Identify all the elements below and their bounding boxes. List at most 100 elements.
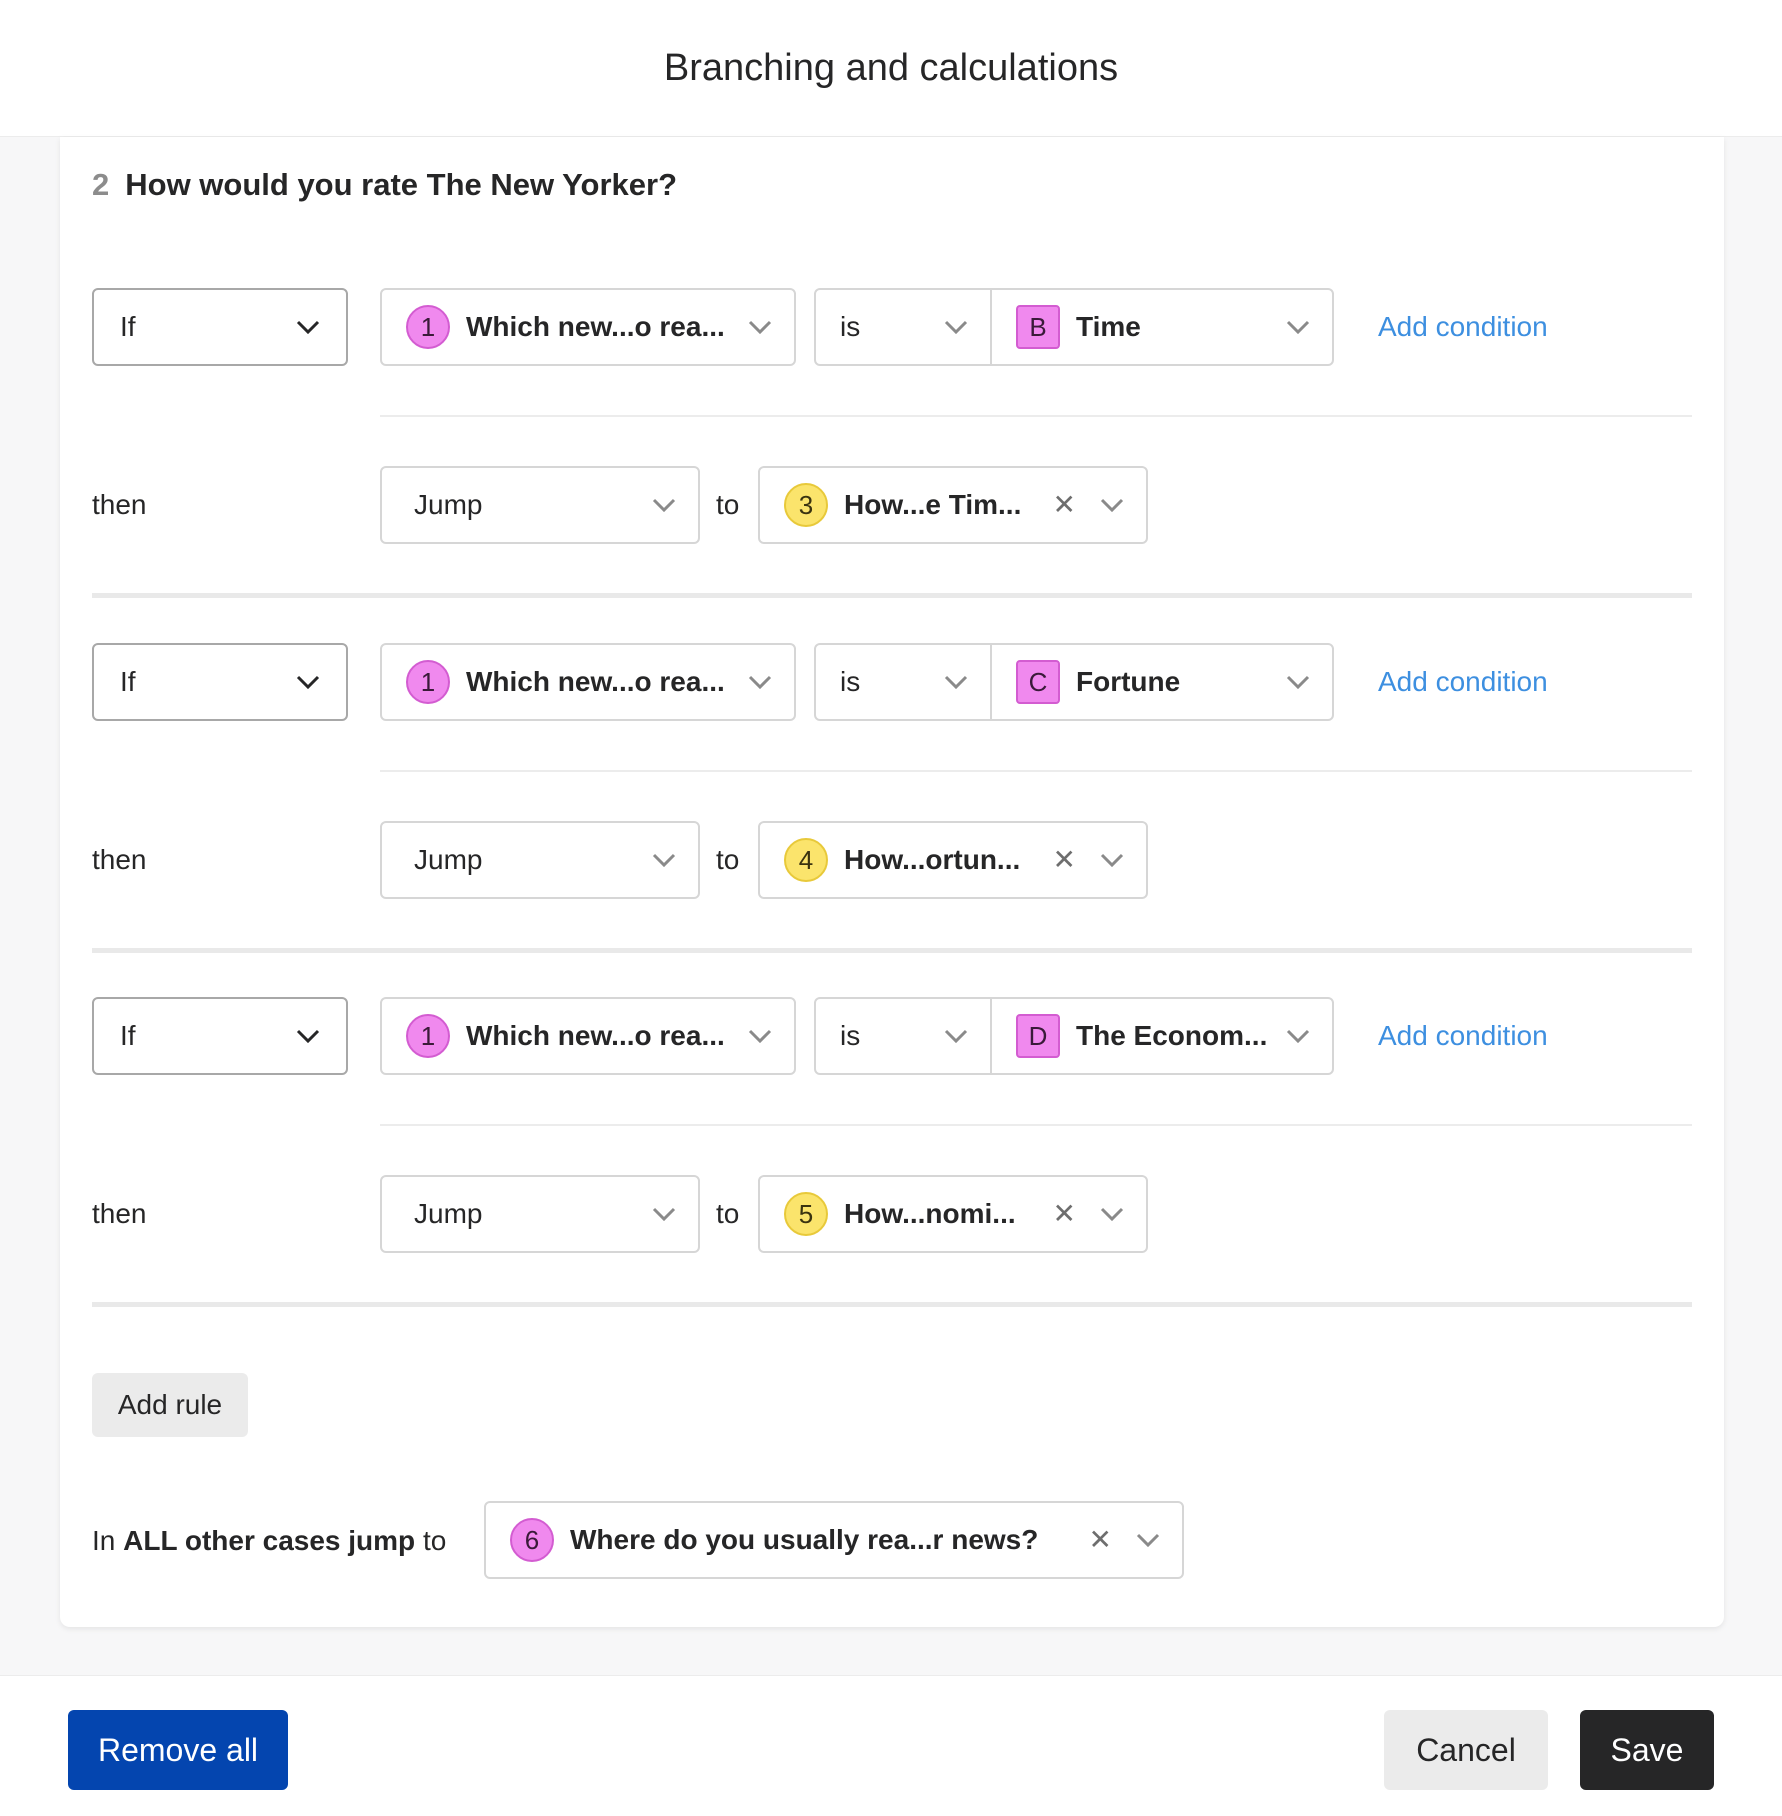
if-label: If [120, 1020, 136, 1051]
other-cases-bold: ALL other cases jump [123, 1525, 416, 1556]
chevron-down-icon [1286, 320, 1310, 334]
cancel-button[interactable]: Cancel [1384, 1710, 1548, 1790]
dialog-title: Branching and calculations [663, 46, 1119, 89]
question-select[interactable]: 1 Which new...o rea... [380, 643, 796, 721]
answer-letter-badge: B [1016, 305, 1060, 349]
answer-select[interactable]: C Fortune [990, 643, 1334, 721]
target-select[interactable]: 4 How...ortun... ✕ [758, 821, 1148, 899]
then-label: then [92, 844, 147, 875]
action-select[interactable]: Jump [380, 466, 700, 544]
question-number: 2 [92, 167, 110, 202]
dialog-footer: Remove all Cancel Save [0, 1675, 1782, 1816]
condition-divider [380, 415, 1692, 417]
question-number-badge: 1 [406, 660, 450, 704]
add-rule-button[interactable]: Add rule [92, 1373, 248, 1437]
if-select[interactable]: If [92, 288, 348, 366]
other-cases-prefix: In [92, 1525, 116, 1556]
action-text: Jump [414, 1198, 483, 1229]
close-icon[interactable]: ✕ [1089, 1526, 1112, 1554]
chevron-down-icon [652, 853, 676, 867]
answer-text: The Econom... [1076, 1020, 1268, 1051]
chevron-down-icon [1286, 1029, 1310, 1043]
other-cases-label: In ALL other cases jump to [92, 1525, 446, 1557]
if-label: If [120, 311, 136, 342]
question-title: 2 How would you rate The New Yorker? [92, 167, 677, 203]
remove-all-button[interactable]: Remove all [68, 1710, 288, 1790]
to-label: to [716, 489, 740, 520]
to-label: to [716, 844, 740, 875]
chevron-down-icon [748, 675, 772, 689]
answer-select[interactable]: B Time [990, 288, 1334, 366]
question-select[interactable]: 1 Which new...o rea... [380, 288, 796, 366]
if-label: If [120, 666, 136, 697]
target-text: How...e Tim... [844, 489, 1022, 520]
answer-letter-badge: C [1016, 660, 1060, 704]
chevron-down-icon [944, 320, 968, 334]
question-select[interactable]: 1 Which new...o rea... [380, 997, 796, 1075]
branching-card: 2 How would you rate The New Yorker? If 1… [60, 137, 1724, 1627]
question-text-bold: The New Yorker? [426, 167, 678, 202]
action-text: Jump [414, 489, 483, 520]
add-condition-link[interactable]: Add condition [1378, 311, 1548, 343]
chevron-down-icon [652, 498, 676, 512]
chevron-down-icon [944, 675, 968, 689]
condition-divider [380, 770, 1692, 772]
if-select[interactable]: If [92, 997, 348, 1075]
operator-select[interactable]: is [814, 997, 992, 1075]
rule-divider [92, 593, 1692, 598]
then-label: then [92, 1198, 147, 1229]
chevron-down-icon [1100, 498, 1124, 512]
chevron-down-icon [296, 1029, 320, 1043]
chevron-down-icon [1136, 1533, 1160, 1547]
chevron-down-icon [748, 320, 772, 334]
target-select[interactable]: 5 How...nomi... ✕ [758, 1175, 1148, 1253]
target-number-badge: 3 [784, 483, 828, 527]
dialog-header: Branching and calculations [0, 0, 1782, 137]
chevron-down-icon [1286, 675, 1310, 689]
question-text-plain: How would you rate [125, 167, 427, 202]
other-cases-suffix: to [422, 1525, 447, 1556]
add-condition-link[interactable]: Add condition [1378, 1020, 1548, 1052]
close-icon[interactable]: ✕ [1053, 846, 1076, 874]
answer-select[interactable]: D The Econom... [990, 997, 1334, 1075]
action-select[interactable]: Jump [380, 1175, 700, 1253]
chevron-down-icon [296, 320, 320, 334]
add-condition-link[interactable]: Add condition [1378, 666, 1548, 698]
chevron-down-icon [944, 1029, 968, 1043]
chevron-down-icon [652, 1207, 676, 1221]
target-text: How...ortun... [844, 844, 1021, 875]
chevron-down-icon [296, 675, 320, 689]
default-target-number-badge: 6 [510, 1518, 554, 1562]
save-button[interactable]: Save [1580, 1710, 1714, 1790]
answer-letter-badge: D [1016, 1014, 1060, 1058]
close-icon[interactable]: ✕ [1053, 1200, 1076, 1228]
question-number-badge: 1 [406, 305, 450, 349]
default-target-select[interactable]: 6 Where do you usually rea...r news? ✕ [484, 1501, 1184, 1579]
operator-select[interactable]: is [814, 288, 992, 366]
chevron-down-icon [1100, 1207, 1124, 1221]
chevron-down-icon [1100, 853, 1124, 867]
then-label: then [92, 489, 147, 520]
operator-text: is [840, 311, 861, 342]
close-icon[interactable]: ✕ [1053, 491, 1076, 519]
question-select-text: Which new...o rea... [466, 1020, 725, 1051]
question-select-text: Which new...o rea... [466, 666, 725, 697]
action-select[interactable]: Jump [380, 821, 700, 899]
action-text: Jump [414, 844, 483, 875]
answer-text: Time [1076, 311, 1141, 342]
target-number-badge: 4 [784, 838, 828, 882]
answer-text: Fortune [1076, 666, 1181, 697]
rule-divider [92, 948, 1692, 953]
default-target-text: Where do you usually rea...r news? [570, 1524, 1039, 1555]
operator-select[interactable]: is [814, 643, 992, 721]
if-select[interactable]: If [92, 643, 348, 721]
chevron-down-icon [748, 1029, 772, 1043]
operator-text: is [840, 1020, 861, 1051]
question-select-text: Which new...o rea... [466, 311, 725, 342]
target-select[interactable]: 3 How...e Tim... ✕ [758, 466, 1148, 544]
question-number-badge: 1 [406, 1014, 450, 1058]
rule-divider [92, 1302, 1692, 1307]
to-label: to [716, 1198, 740, 1229]
operator-text: is [840, 666, 861, 697]
condition-divider [380, 1124, 1692, 1126]
